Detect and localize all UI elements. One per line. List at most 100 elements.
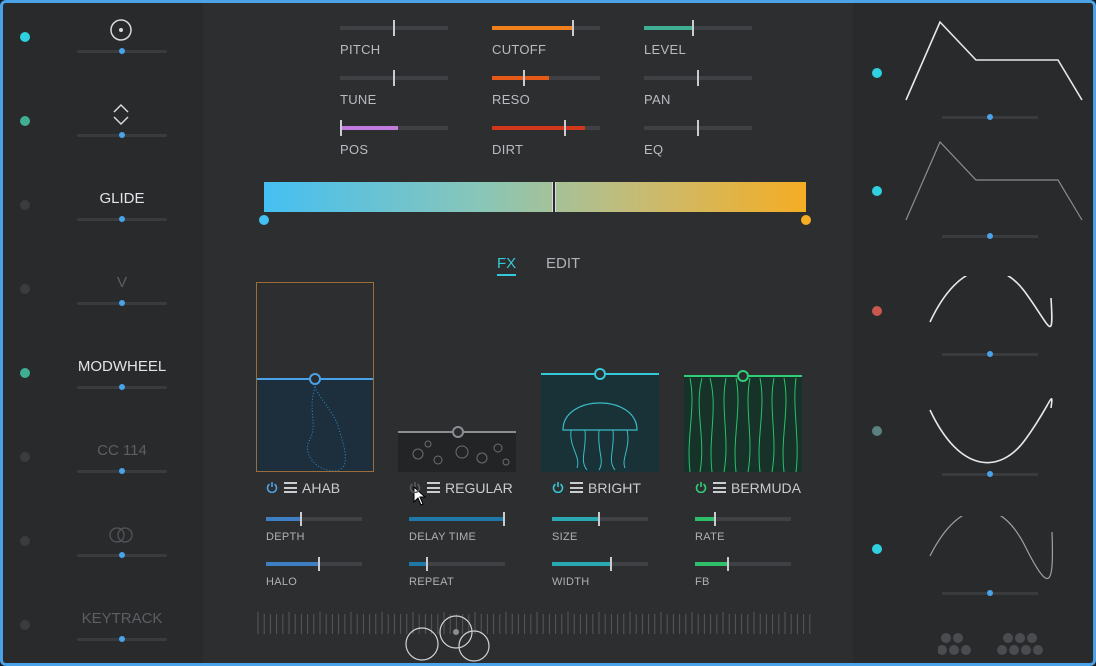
slider-thumb[interactable] [119,300,125,306]
mod-source-5[interactable]: CC 114 [0,424,200,484]
menu-icon[interactable] [570,482,583,493]
adsr-dim-icon[interactable] [904,136,1086,226]
param-handle[interactable] [572,20,574,36]
mod-source-7[interactable]: KEYTRACK [0,592,200,652]
param-slider[interactable] [492,70,600,86]
fx-param-handle[interactable] [610,557,613,571]
param-level[interactable]: LEVEL [644,18,754,58]
fx-param-width[interactable]: WIDTH [552,557,652,592]
power-icon[interactable] [552,481,564,493]
param-reso[interactable]: RESO [492,68,602,108]
slider-thumb[interactable] [119,384,125,390]
slider-thumb[interactable] [119,216,125,222]
fx-param-depth[interactable]: DEPTH [266,512,366,547]
mod-source-dot[interactable] [20,536,30,546]
fx-param-slider[interactable] [409,512,505,526]
slider-thumb[interactable] [987,351,993,357]
mod-source-slider[interactable] [77,384,167,390]
fx-regular-visual[interactable] [398,424,516,472]
mod-source-slider[interactable] [77,552,167,558]
mod-source-dot[interactable] [20,200,30,210]
slider-thumb[interactable] [119,552,125,558]
fx-param-slider[interactable] [552,557,648,571]
param-slider[interactable] [644,20,752,36]
fx-bermuda-visual[interactable] [684,368,802,472]
slider-thumb[interactable] [119,132,125,138]
param-pos[interactable]: POS [340,118,450,158]
param-slider[interactable] [492,120,600,136]
fx-param-rate[interactable]: RATE [695,512,795,547]
param-slider[interactable] [644,120,752,136]
fx-param-slider[interactable] [695,512,791,526]
param-handle[interactable] [691,20,694,36]
envelope-slider[interactable] [942,351,1038,357]
mod-source-slider[interactable] [77,300,167,306]
mod-source-slider[interactable] [77,132,167,138]
param-handle[interactable] [697,70,699,86]
param-handle[interactable] [340,120,343,136]
morph-split-handle[interactable] [552,182,556,212]
power-icon[interactable] [266,481,278,493]
mod-source-slider[interactable] [77,636,167,642]
slider-thumb[interactable] [987,471,993,477]
param-pitch[interactable]: PITCH [340,18,450,58]
power-icon[interactable] [409,481,421,493]
fx-param-handle[interactable] [300,512,303,526]
fx-param-delay-time[interactable]: DELAY TIME [409,512,509,547]
mod-source-0[interactable] [0,4,200,64]
mod-source-dot[interactable] [20,32,30,42]
mod-source-slider[interactable] [77,468,167,474]
param-handle[interactable] [697,120,699,136]
param-slider[interactable] [644,70,752,86]
morph-end-dot[interactable] [801,215,811,225]
envelope-dot-4[interactable] [872,544,882,554]
slider-thumb[interactable] [987,590,993,596]
fx-param-slider[interactable] [266,557,362,571]
mod-source-3[interactable]: V [0,256,200,316]
fx-param-halo[interactable]: HALO [266,557,366,592]
fx-param-fb[interactable]: FB [695,557,795,592]
mod-source-dot[interactable] [20,284,30,294]
envelope-slider[interactable] [942,233,1038,239]
param-pan[interactable]: PAN [644,68,754,108]
morph-start-dot[interactable] [259,215,269,225]
power-icon[interactable] [695,481,707,493]
fx-ahab-visual[interactable] [256,282,374,472]
fx-param-slider[interactable] [552,512,648,526]
fx-param-repeat[interactable]: REPEAT [409,557,509,592]
menu-icon[interactable] [284,482,297,493]
param-handle[interactable] [523,70,526,86]
param-cutoff[interactable]: CUTOFF [492,18,602,58]
param-tune[interactable]: TUNE [340,68,450,108]
slider-thumb[interactable] [119,636,125,642]
param-eq[interactable]: EQ [644,118,754,158]
mod-source-6[interactable] [0,508,200,568]
mod-source-1[interactable] [0,88,200,148]
adsr-bright-icon[interactable] [904,16,1086,106]
mod-source-dot[interactable] [20,116,30,126]
key-ruler[interactable] [256,612,812,636]
menu-icon[interactable] [713,482,726,493]
envelope-dot-2[interactable] [872,306,882,316]
mod-source-dot[interactable] [20,452,30,462]
fx-param-slider[interactable] [409,557,505,571]
fx-param-handle[interactable] [317,557,320,571]
param-handle[interactable] [393,20,395,36]
tab-fx[interactable]: FX [497,255,517,276]
fx-param-slider[interactable] [266,512,362,526]
slider-thumb[interactable] [119,468,125,474]
mod-source-slider[interactable] [77,48,167,54]
pad-dots-icon[interactable] [938,630,1048,660]
fx-param-size[interactable]: SIZE [552,512,652,547]
param-slider[interactable] [340,70,448,86]
envelope-dot-3[interactable] [872,426,882,436]
param-slider[interactable] [340,120,448,136]
mod-source-4[interactable]: MODWHEEL [0,340,200,400]
envelope-dot-0[interactable] [872,68,882,78]
macro-circles-icon[interactable] [402,612,494,666]
mod-source-2[interactable]: GLIDE [0,172,200,232]
slider-thumb[interactable] [119,48,125,54]
param-slider[interactable] [340,20,448,36]
envelope-slider[interactable] [942,471,1038,477]
param-slider[interactable] [492,20,600,36]
